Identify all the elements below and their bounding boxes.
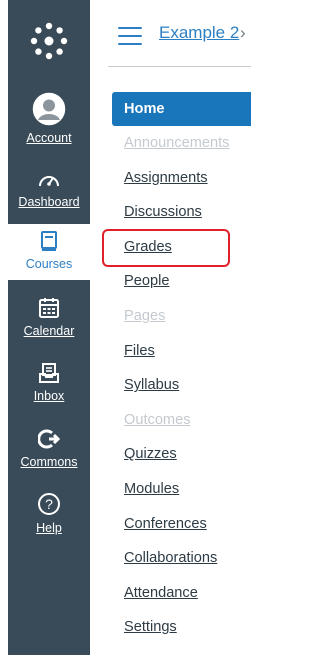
course-menu-toggle-button[interactable] <box>118 27 142 45</box>
course-nav-modules[interactable]: Modules <box>112 472 251 507</box>
course-nav-collaborations[interactable]: Collaborations <box>112 541 251 576</box>
inbox-icon <box>8 362 90 387</box>
nav-help-label: Help <box>36 521 62 535</box>
breadcrumb-course-link[interactable]: Example 2 <box>159 23 239 43</box>
nav-account[interactable]: Account <box>8 92 90 145</box>
course-nav-settings[interactable]: Settings <box>112 610 251 645</box>
commons-arrow-icon <box>8 428 90 453</box>
nav-dashboard-label: Dashboard <box>18 195 80 209</box>
course-nav-files[interactable]: Files <box>112 334 251 369</box>
course-nav-home[interactable]: Home <box>112 92 251 126</box>
help-icon: ? <box>8 492 90 519</box>
course-navigation-menu: Home Announcements Assignments Discussio… <box>112 92 251 645</box>
course-nav-attendance[interactable]: Attendance <box>112 576 251 611</box>
canvas-logo-icon[interactable] <box>28 20 70 67</box>
course-nav-announcements[interactable]: Announcements <box>112 126 251 161</box>
breadcrumb-separator: › <box>240 23 246 42</box>
nav-courses-label: Courses <box>25 257 73 271</box>
course-nav-quizzes[interactable]: Quizzes <box>112 437 251 472</box>
nav-courses[interactable]: Courses <box>8 224 90 280</box>
hamburger-line <box>118 27 142 29</box>
avatar-icon <box>8 92 90 129</box>
nav-inbox[interactable]: Inbox <box>8 362 90 403</box>
course-nav-people[interactable]: People <box>112 264 251 299</box>
header-divider <box>108 66 251 67</box>
nav-calendar[interactable]: Calendar <box>8 297 90 338</box>
course-nav-outcomes[interactable]: Outcomes <box>112 403 251 438</box>
nav-inbox-label: Inbox <box>33 389 65 403</box>
svg-text:?: ? <box>45 496 53 512</box>
global-navigation: Account Dashboard Courses Calendar Inbox… <box>8 0 90 655</box>
book-icon <box>8 230 90 255</box>
calendar-icon <box>8 297 90 322</box>
course-nav-syllabus[interactable]: Syllabus <box>112 368 251 403</box>
grades-highlight-outline <box>102 229 230 267</box>
hamburger-line <box>118 35 142 37</box>
nav-commons-label: Commons <box>20 455 78 469</box>
dashboard-gauge-icon <box>8 170 90 193</box>
course-nav-pages[interactable]: Pages <box>112 299 251 334</box>
course-nav-assignments[interactable]: Assignments <box>112 161 251 196</box>
nav-account-label: Account <box>26 131 72 145</box>
course-nav-conferences[interactable]: Conferences <box>112 507 251 542</box>
nav-calendar-label: Calendar <box>23 324 75 338</box>
nav-commons[interactable]: Commons <box>8 428 90 469</box>
hamburger-line <box>118 43 142 45</box>
nav-dashboard[interactable]: Dashboard <box>8 170 90 209</box>
course-nav-discussions[interactable]: Discussions <box>112 195 251 230</box>
nav-help[interactable]: ? Help <box>8 492 90 535</box>
